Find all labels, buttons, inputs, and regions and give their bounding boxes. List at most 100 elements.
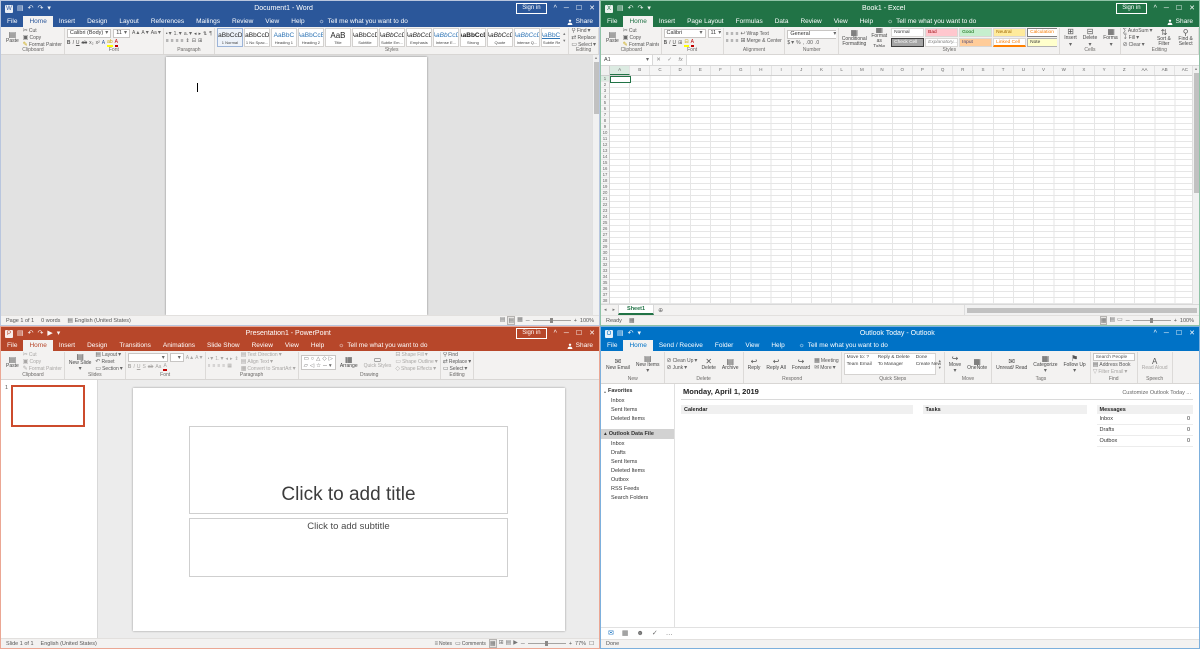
font-color-button[interactable]: A (115, 39, 118, 47)
minimize-icon[interactable]: ─ (564, 330, 569, 337)
column-header[interactable]: B (630, 66, 650, 75)
style-card[interactable]: AaBbCcDSubtitle (352, 28, 378, 47)
forward-button[interactable]: ↪Forward (790, 357, 812, 372)
cell-style-input[interactable]: Input (959, 38, 992, 47)
column-header[interactable]: Y (1095, 66, 1115, 75)
notes-button[interactable]: ≡Notes (434, 641, 452, 647)
cut-button[interactable]: ✂Cut (623, 28, 659, 34)
font-size-select[interactable]: 11▾ (113, 29, 130, 38)
ribbon-tab[interactable]: File (1, 340, 23, 351)
shading-button[interactable]: ⊟ (192, 38, 196, 44)
language-indicator[interactable]: ▤ English (United States) (67, 318, 130, 324)
tell-me-box[interactable]: ☼ Tell me what you want to do (311, 16, 416, 27)
grow-font-button[interactable]: A▴ (132, 30, 139, 36)
ribbon-display-options-icon[interactable]: ^ (554, 330, 557, 337)
styles-gallery-scrollbar[interactable]: ▴ ▾ (562, 31, 566, 44)
ribbon-tab[interactable]: Animations (157, 340, 201, 351)
message-count-row[interactable]: Outbox0 (1097, 436, 1193, 447)
messages-header[interactable]: Messages (1097, 405, 1193, 414)
ribbon-tab[interactable]: File (1, 16, 23, 27)
column-header[interactable]: L (832, 66, 852, 75)
sign-in-button[interactable]: Sign in (1116, 3, 1146, 14)
underline-button[interactable]: U (137, 364, 141, 370)
language-indicator[interactable]: English (United States) (41, 641, 97, 647)
font-color-button[interactable]: A (691, 39, 694, 47)
share-button[interactable]: Share (567, 340, 599, 351)
start-slideshow-icon[interactable]: ▶ (47, 330, 52, 337)
maximize-icon[interactable]: ☐ (576, 5, 582, 12)
text-direction-button[interactable]: ▤Text Direction▾ (241, 352, 296, 358)
align-center-button[interactable]: ≡ (212, 363, 215, 369)
font-color-button[interactable]: A (163, 363, 166, 371)
line-shape-icon[interactable]: ─ (323, 363, 327, 369)
reading-view-icon[interactable]: ▤ (506, 639, 512, 648)
archive-button[interactable]: ▤Archive (720, 357, 741, 372)
zoom-out-icon[interactable]: ─ (1126, 318, 1130, 324)
ribbon-tab[interactable]: View (739, 340, 765, 351)
style-card[interactable]: AaBbCHeading 1 (271, 28, 297, 47)
zoom-level[interactable]: 77% (575, 641, 586, 647)
delete-button[interactable]: ✕Delete (699, 357, 717, 372)
zoom-in-icon[interactable]: + (569, 641, 572, 647)
ribbon-tab[interactable]: Slide Show (201, 340, 246, 351)
message-count-row[interactable]: Inbox0 (1097, 414, 1193, 425)
enter-icon[interactable]: ✓ (667, 57, 672, 63)
quick-styles-button[interactable]: ▭Quick Styles (362, 355, 394, 370)
tell-me-box[interactable]: ☼ Tell me what you want to do (330, 340, 435, 351)
ribbon-display-options-icon[interactable]: ^ (1154, 330, 1157, 337)
normal-view-icon[interactable]: ▦ (489, 639, 497, 648)
scrollbar-thumb[interactable] (967, 308, 1197, 313)
scroll-down-icon[interactable]: ▾ (939, 365, 941, 371)
maximize-icon[interactable]: ☐ (1176, 330, 1182, 337)
zoom-out-icon[interactable]: ─ (521, 641, 525, 647)
column-header[interactable]: J (792, 66, 812, 75)
bullets-button[interactable]: •▾ (208, 356, 214, 362)
mail-nav-icon[interactable]: ✉ (608, 630, 614, 637)
strikethrough-button[interactable]: ab (82, 40, 88, 46)
folder-item[interactable]: Deleted Items (601, 414, 674, 423)
cancel-icon[interactable]: ✕ (656, 57, 661, 63)
shape-outline-button[interactable]: ▭Shape Outline▾ (395, 359, 437, 365)
share-button[interactable]: Share (1167, 16, 1199, 27)
save-icon[interactable]: ▤ (17, 5, 24, 12)
normal-view-icon[interactable]: ▦ (1100, 316, 1108, 325)
tasks-nav-icon[interactable]: ✓ (652, 630, 658, 637)
zoom-in-icon[interactable]: + (1174, 318, 1177, 324)
style-card[interactable]: AaBbCcDEmphasis (406, 28, 432, 47)
font-size-select[interactable]: 11▾ (708, 29, 721, 38)
minimize-icon[interactable]: ─ (1164, 5, 1169, 12)
horizontal-scrollbar[interactable] (964, 305, 1199, 315)
diamond-shape-icon[interactable]: ◇ (322, 356, 326, 362)
rectangle-shape-icon[interactable]: ▭ (304, 356, 309, 362)
meeting-button[interactable]: ▦Meeting (814, 358, 838, 364)
column-header[interactable]: Q (933, 66, 953, 75)
move-button[interactable]: ↪Move▾ (947, 354, 963, 375)
more-nav-icon[interactable]: … (666, 630, 673, 637)
minimize-icon[interactable]: ─ (1164, 330, 1169, 337)
star-shape-icon[interactable]: ☆ (316, 363, 321, 369)
style-card[interactable]: AaBbCcDSubtle Ref... (541, 28, 560, 47)
junk-button[interactable]: ⊘Junk▾ (667, 365, 698, 371)
favorites-header[interactable]: ▴Favorites (601, 386, 674, 396)
ribbon-tab[interactable]: Review (246, 340, 279, 351)
font-name-select[interactable]: Calibri (Body)▾ (67, 29, 111, 38)
select-all-corner[interactable] (601, 66, 610, 75)
save-icon[interactable]: ▤ (617, 5, 624, 12)
column-header[interactable]: M (852, 66, 872, 75)
folder-item[interactable]: Inbox (601, 396, 674, 405)
copy-button[interactable]: ▣Copy (623, 35, 659, 41)
clean-up-button[interactable]: ⊘Clean Up▾ (667, 358, 698, 364)
ribbon-tab[interactable]: Review (226, 16, 259, 27)
folder-item[interactable]: Sent Items (601, 457, 674, 466)
column-header[interactable]: W (1054, 66, 1074, 75)
column-header[interactable]: S (973, 66, 993, 75)
page-indicator[interactable]: Page 1 of 1 (6, 318, 34, 324)
word-count[interactable]: 0 words (41, 318, 60, 324)
ribbon-tab[interactable]: References (145, 16, 190, 27)
search-people-input[interactable]: Search People (1093, 353, 1135, 361)
ribbon-tab[interactable]: Help (305, 340, 330, 351)
people-nav-icon[interactable]: ☻ (637, 630, 644, 637)
circle-shape-icon[interactable]: ○ (311, 356, 314, 362)
undo-icon[interactable]: ↶ (628, 5, 634, 12)
bold-button[interactable]: B (67, 40, 71, 46)
